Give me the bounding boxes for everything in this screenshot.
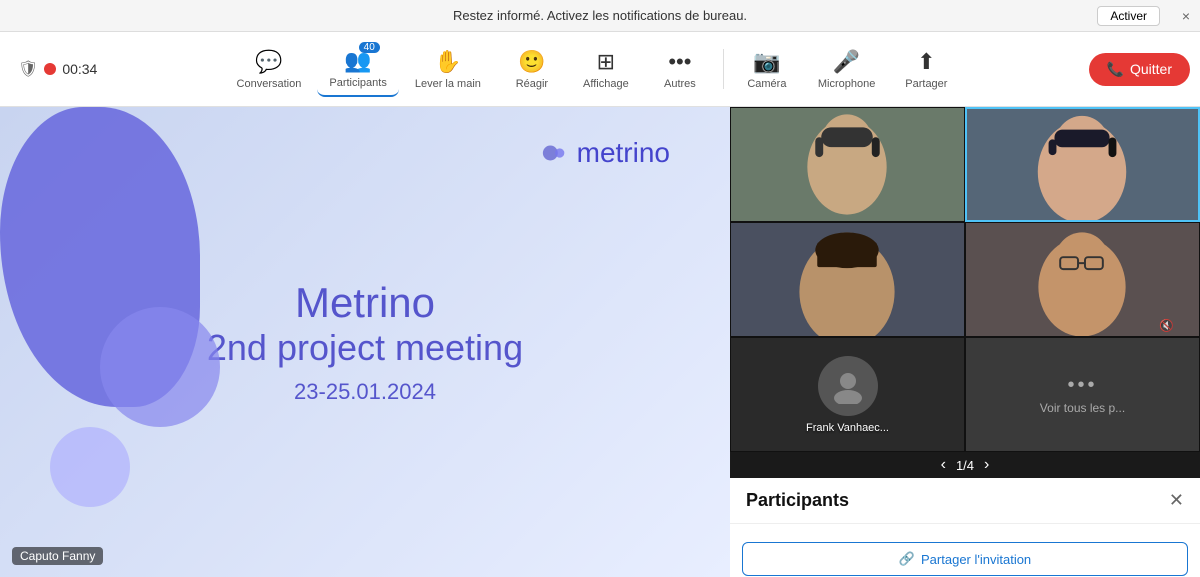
autres-icon: •••	[668, 49, 691, 75]
frank-avatar	[818, 356, 878, 416]
conversation-label: Conversation	[237, 78, 302, 90]
pagination-info: 1/4	[956, 458, 974, 473]
metrino-logo-text: metrino	[577, 137, 670, 169]
recording-dot	[44, 63, 56, 75]
affichage-label: Affichage	[583, 78, 629, 90]
metrino-logo-icon	[541, 139, 569, 167]
pagination-bar: ‹ 1/4 ›	[730, 452, 1200, 478]
conversation-icon: 💬	[255, 49, 282, 75]
toolbar-item-lever-main[interactable]: ✋ Lever la main	[403, 43, 493, 96]
pagination-next[interactable]: ›	[984, 456, 989, 474]
toolbar-item-partager[interactable]: ⬆ Partager	[891, 43, 961, 96]
blob3	[50, 427, 130, 507]
lever-main-icon: ✋	[434, 49, 461, 75]
reagir-label: Réagir	[516, 78, 548, 90]
video-cell-3	[730, 222, 965, 337]
notification-text: Restez informé. Activez les notification…	[453, 8, 747, 23]
partager-icon: ⬆	[917, 49, 935, 75]
autres-label: Autres	[664, 78, 696, 90]
share-icon: 🔗	[899, 551, 915, 567]
recording-indicator: 🛡 00:34	[18, 59, 97, 79]
sidebar-share-area: 🔗 Partager l'invitation	[730, 524, 1200, 577]
toolbar: 🛡 00:34 💬 Conversation 👥40 Participants …	[0, 32, 1200, 107]
toolbar-item-participants[interactable]: 👥40 Participants	[317, 42, 398, 97]
right-panel: 🔇 Frank Vanhaec... ••• V	[730, 107, 1200, 577]
shield-icon: 🛡	[18, 59, 38, 79]
toolbar-item-reagir[interactable]: 🙂 Réagir	[497, 43, 567, 96]
toolbar-item-affichage[interactable]: ⊞ Affichage	[571, 43, 641, 96]
main-area: metrino Metrino 2nd project meeting 23-2…	[0, 107, 1200, 577]
frank-name: Frank Vanhaec...	[806, 422, 889, 434]
toolbar-center: 💬 Conversation 👥40 Participants ✋ Lever …	[97, 42, 1088, 97]
presentation-title1: Metrino	[207, 279, 523, 327]
presentation-content: metrino Metrino 2nd project meeting 23-2…	[0, 107, 730, 577]
quit-label: Quitter	[1130, 61, 1172, 77]
toolbar-item-camera[interactable]: 📷 Caméra	[732, 43, 802, 96]
toolbar-left: 🛡 00:34	[10, 59, 97, 79]
participants-label: Participants	[329, 77, 386, 89]
toolbar-right: 📞 Quitter	[1089, 53, 1190, 86]
quit-button[interactable]: 📞 Quitter	[1089, 53, 1190, 86]
reagir-icon: 🙂	[518, 49, 545, 75]
participants-badge: 40	[359, 42, 380, 53]
presenter-name-label: Caputo Fanny	[12, 547, 103, 565]
toolbar-item-microphone[interactable]: 🎤 Microphone	[806, 43, 887, 96]
share-invite-button[interactable]: 🔗 Partager l'invitation	[742, 542, 1188, 576]
sidebar-title: Participants	[746, 490, 849, 511]
participants-sidebar: Participants ✕ 🔗 Partager l'invitation D…	[730, 478, 1200, 577]
close-panel-icon[interactable]: ✕	[1169, 490, 1184, 511]
toolbar-item-conversation[interactable]: 💬 Conversation	[225, 43, 314, 96]
blob2	[100, 307, 220, 427]
separator	[723, 49, 724, 89]
svg-text:🔇: 🔇	[1159, 319, 1174, 333]
quit-phone-icon: 📞	[1107, 61, 1124, 78]
notification-close[interactable]: ×	[1182, 8, 1190, 24]
share-invite-label: Partager l'invitation	[921, 552, 1031, 567]
video-cell-see-all[interactable]: ••• Voir tous les p...	[965, 337, 1200, 452]
video-feed-3	[731, 223, 964, 336]
notification-bar: Restez informé. Activez les notification…	[0, 0, 1200, 32]
see-all-dots: •••	[1067, 374, 1097, 397]
video-feed-4: 🔇	[966, 223, 1199, 336]
metrino-logo: metrino	[541, 137, 670, 169]
pagination-prev[interactable]: ‹	[941, 456, 946, 474]
toolbar-item-autres[interactable]: ••• Autres	[645, 43, 715, 96]
participants-icon: 👥40	[344, 48, 371, 74]
presentation-title2: 2nd project meeting	[207, 327, 523, 369]
lever-main-label: Lever la main	[415, 78, 481, 90]
activate-button[interactable]: Activer	[1097, 6, 1160, 26]
video-feed-2	[967, 109, 1198, 220]
person-silhouette	[830, 368, 866, 404]
microphone-label: Microphone	[818, 78, 875, 90]
presentation-text: Metrino 2nd project meeting 23-25.01.202…	[207, 279, 523, 405]
video-feed-1	[731, 108, 964, 221]
video-grid: 🔇 Frank Vanhaec... ••• V	[730, 107, 1200, 452]
presentation-area: metrino Metrino 2nd project meeting 23-2…	[0, 107, 730, 577]
presentation-title3: 23-25.01.2024	[207, 379, 523, 405]
video-cell-2	[965, 107, 1200, 222]
affichage-icon: ⊞	[597, 49, 615, 75]
timer: 00:34	[62, 61, 97, 77]
video-cell-frank: Frank Vanhaec...	[730, 337, 965, 452]
video-cell-4: 🔇	[965, 222, 1200, 337]
camera-icon: 📷	[753, 49, 780, 75]
see-all-label: Voir tous les p...	[1040, 401, 1125, 415]
video-cell-1	[730, 107, 965, 222]
sidebar-header: Participants ✕	[730, 478, 1200, 524]
microphone-icon: 🎤	[833, 49, 860, 75]
partager-label: Partager	[905, 78, 947, 90]
camera-label: Caméra	[747, 78, 786, 90]
